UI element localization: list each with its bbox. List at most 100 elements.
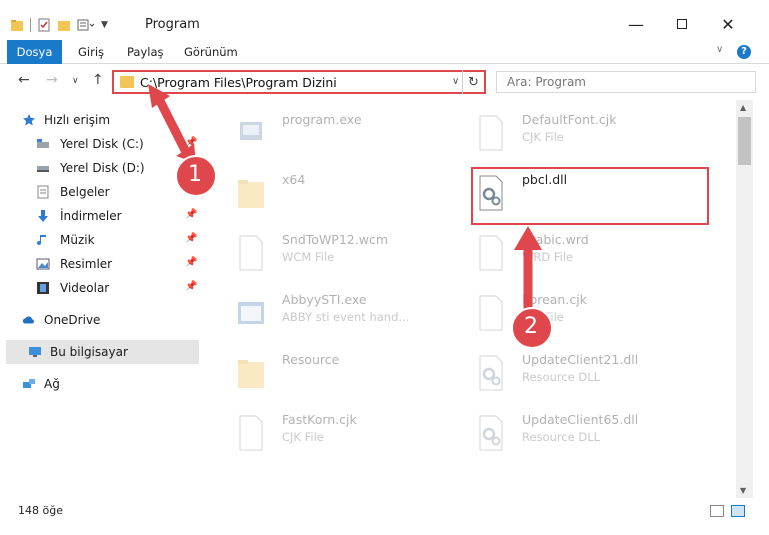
- videos-icon: [37, 282, 49, 294]
- sidebar-item-label: Yerel Disk (D:): [60, 161, 145, 175]
- quick-access-toolbar: ▼: [10, 14, 108, 36]
- file-type: Resource DLL: [522, 370, 601, 384]
- pin-icon[interactable]: 📌: [185, 233, 197, 244]
- download-icon: [38, 210, 48, 222]
- sidebar-item-pictures[interactable]: Resimler 📌: [0, 252, 200, 276]
- sidebar-item-this-pc[interactable]: Bu bilgisayar: [6, 340, 199, 364]
- file-item[interactable]: UpdateClient21.dll Resource DLL: [450, 344, 690, 400]
- help-icon[interactable]: ?: [737, 45, 751, 59]
- sidebar-item-label: Müzik: [60, 233, 95, 247]
- vertical-scrollbar[interactable]: ▲ ▼: [736, 100, 753, 498]
- tab-view[interactable]: Görünüm: [184, 40, 238, 64]
- sidebar-item-onedrive[interactable]: OneDrive: [0, 308, 200, 332]
- pin-icon[interactable]: 📌: [185, 209, 197, 220]
- sidebar-item-disk-c[interactable]: Yerel Disk (C:) 📌: [0, 132, 200, 156]
- ribbon-tabs: Dosya Giriş Paylaş Görünüm ∨ ?: [0, 40, 769, 64]
- dll-gear-icon: [479, 415, 503, 451]
- recent-locations-icon[interactable]: ∨: [72, 76, 79, 86]
- file-name: AbbyySTI.exe: [282, 292, 367, 307]
- folder-icon: [238, 180, 264, 208]
- pin-icon[interactable]: 📌: [185, 257, 197, 268]
- file-item[interactable]: x64: [210, 164, 450, 220]
- new-folder-icon[interactable]: [57, 18, 71, 32]
- maximize-icon: [677, 19, 687, 29]
- document-icon: [239, 235, 263, 271]
- minimize-button[interactable]: —: [613, 10, 659, 38]
- maximize-button[interactable]: [659, 10, 705, 38]
- file-item[interactable]: SndToWP12.wcm WCM File: [210, 224, 450, 280]
- sidebar-item-downloads[interactable]: İndirmeler 📌: [0, 204, 200, 228]
- up-arrow-icon[interactable]: ↑: [92, 72, 104, 88]
- file-item[interactable]: Arabic.wrd WRD File: [450, 224, 690, 280]
- scroll-up-icon[interactable]: ▲: [740, 103, 746, 112]
- sidebar-item-label: İndirmeler: [60, 209, 122, 223]
- sidebar-item-quick-access[interactable]: Hızlı erişim: [0, 108, 200, 132]
- ribbon-expand-icon[interactable]: ∨: [716, 44, 723, 55]
- annotation-label-2: 2: [524, 314, 538, 339]
- address-path: C:\Program Files\Program Dizini: [140, 75, 337, 90]
- refresh-icon[interactable]: ↻: [462, 70, 484, 94]
- file-name: FastKorn.cjk: [282, 412, 357, 427]
- document-icon: [479, 235, 503, 271]
- details-view-icon[interactable]: [710, 505, 724, 517]
- pictures-icon: [36, 258, 50, 270]
- window-title: Program: [145, 17, 200, 32]
- tab-share[interactable]: Paylaş: [127, 40, 164, 64]
- file-list: program.exe DefaultFont.cjk CJK File x64…: [200, 104, 736, 499]
- sidebar-item-disk-d[interactable]: Yerel Disk (D:) 📌: [0, 156, 200, 180]
- file-item[interactable]: FastKorn.cjk CJK File: [210, 404, 450, 460]
- qat-dropdown-icon[interactable]: ▼: [101, 20, 108, 30]
- folder-icon: [11, 20, 23, 31]
- annotation-label-1: 1: [188, 162, 202, 187]
- navigation-pane: Hızlı erişim Yerel Disk (C:) 📌 Yerel Dis…: [0, 104, 200, 494]
- large-icons-view-icon[interactable]: [731, 505, 745, 517]
- sidebar-item-label: Hızlı erişim: [44, 113, 111, 127]
- computer-icon: [29, 347, 41, 357]
- file-item[interactable]: AbbyySTI.exe ABBY sti event hand...: [210, 284, 450, 340]
- file-item[interactable]: program.exe: [210, 104, 450, 160]
- file-item[interactable]: Resource: [210, 344, 450, 400]
- address-bar[interactable]: C:\Program Files\Program Dizini ∨ ↻: [112, 70, 486, 94]
- file-item[interactable]: DefaultFont.cjk CJK File: [450, 104, 690, 160]
- scroll-thumb[interactable]: [738, 117, 751, 165]
- highlight-box-pbcl-dll: [471, 167, 709, 225]
- search-input[interactable]: Ara: Program: [496, 71, 756, 93]
- drive-icon: [37, 166, 49, 172]
- customize-icon[interactable]: [77, 18, 95, 32]
- exe-icon: [240, 122, 262, 140]
- file-explorer-window: ▼ Program — ✕ Dosya Giriş Paylaş Görünüm…: [0, 0, 769, 535]
- sidebar-item-label: Resimler: [60, 257, 113, 271]
- tab-file[interactable]: Dosya: [7, 40, 62, 64]
- sidebar-item-music[interactable]: Müzik 📌: [0, 228, 200, 252]
- folder-icon: [120, 76, 134, 88]
- application-icon: [238, 302, 264, 324]
- file-name: SndToWP12.wcm: [282, 232, 388, 247]
- sidebar-item-label: Yerel Disk (C:): [60, 137, 144, 151]
- pin-icon[interactable]: 📌: [185, 281, 197, 292]
- title-bar: ▼ Program — ✕: [0, 0, 769, 38]
- back-arrow-icon[interactable]: ←: [18, 72, 30, 88]
- file-item[interactable]: UpdateClient65.dll Resource DLL: [450, 404, 690, 460]
- tab-home[interactable]: Giriş: [78, 40, 104, 64]
- search-placeholder: Ara: Program: [507, 75, 586, 89]
- sidebar-item-videos[interactable]: Videolar 📌: [0, 276, 200, 300]
- scroll-down-icon[interactable]: ▼: [740, 486, 746, 495]
- pin-icon[interactable]: 📌: [185, 137, 197, 148]
- document-icon: [479, 295, 503, 331]
- cloud-icon: [22, 316, 34, 324]
- sidebar-item-label: Ağ: [44, 377, 60, 391]
- folder-icon: [238, 360, 264, 388]
- forward-arrow-icon[interactable]: →: [46, 72, 58, 88]
- documents-icon: [37, 185, 49, 199]
- close-button[interactable]: ✕: [705, 10, 751, 38]
- file-item[interactable]: Korean.cjk CJK File: [450, 284, 690, 340]
- address-dropdown-icon[interactable]: ∨: [452, 76, 459, 87]
- separator: [30, 18, 31, 32]
- file-name: program.exe: [282, 112, 362, 127]
- sidebar-item-network[interactable]: Ağ: [0, 372, 200, 396]
- status-bar: 148 öğe: [0, 499, 769, 523]
- file-type: WRD File: [522, 250, 574, 264]
- sidebar-item-label: Bu bilgisayar: [50, 345, 128, 359]
- properties-icon[interactable]: [37, 18, 51, 32]
- sidebar-item-documents[interactable]: Belgeler 📌: [0, 180, 200, 204]
